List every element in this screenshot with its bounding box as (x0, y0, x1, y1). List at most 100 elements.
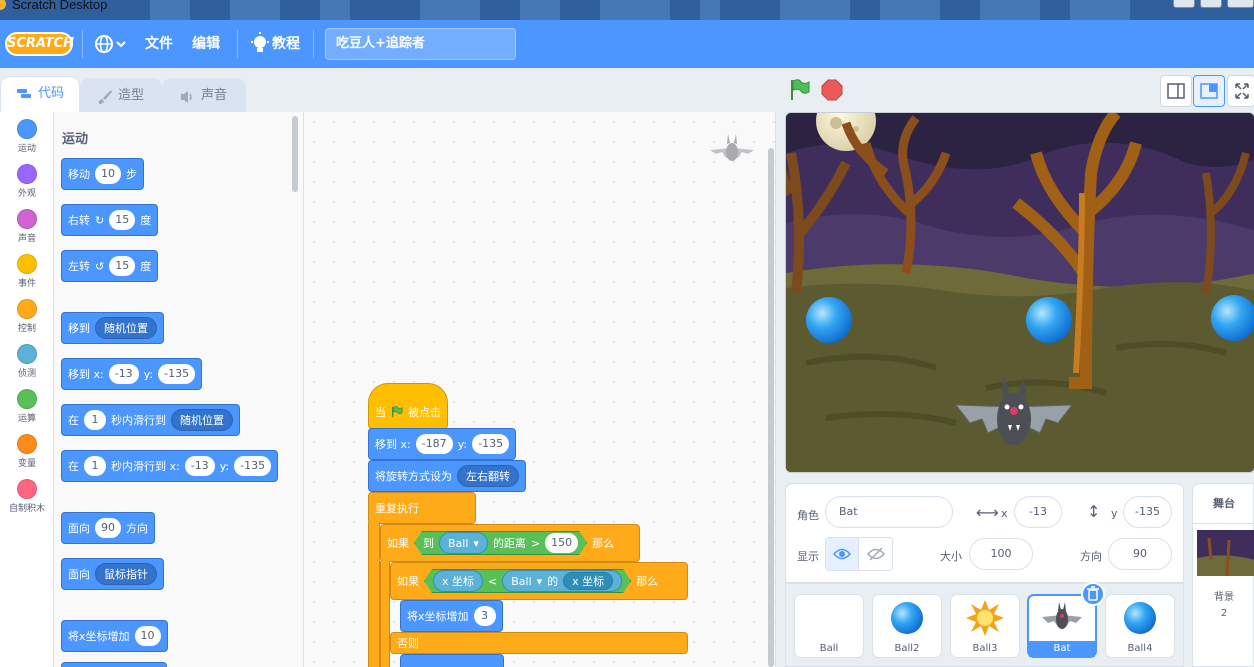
sprite-tile-ball4[interactable]: Ball4 (1105, 594, 1175, 658)
delete-sprite-button[interactable] (1081, 582, 1105, 606)
block-goto-xy[interactable]: 移到 x: -13 y: -135 (61, 358, 203, 390)
if-distance-arm (380, 561, 390, 667)
block-glide-xy[interactable]: 在 1 秒内滑行到 x: -13 y: -135 (61, 450, 279, 482)
edit-menu[interactable]: 编辑 (192, 20, 220, 68)
block-palette: 运动 移动 10 步 右转 ↻ 15 度 左转 ↺ 15 度 移到 随机位置 移到 x: -13 y:… (54, 112, 304, 667)
x-arrow-icon: ⟷ (976, 503, 999, 522)
palette-heading: 运动 (62, 132, 89, 147)
ball-thumbnail-icon (891, 602, 923, 634)
y-label: y (1111, 507, 1118, 520)
stop-button[interactable] (821, 79, 843, 101)
palette-scrollbar[interactable] (292, 116, 298, 192)
tab-sounds-label: 声音 (201, 88, 228, 103)
sprite-tile-ball3[interactable]: Ball3 (950, 594, 1020, 658)
stage-target-panel[interactable]: 舞台 背景 2 (1192, 483, 1254, 667)
block-change-x[interactable]: 将x坐标增加 10 (61, 620, 168, 652)
visibility-toggle (825, 537, 893, 571)
stage-canvas[interactable] (785, 112, 1254, 473)
show-sprite-button[interactable] (826, 538, 860, 570)
category-control[interactable]: 控制 (0, 299, 54, 334)
sprite-list: Ball Ball2 Ball3 Bat Ball4 (785, 582, 1184, 667)
category-menu: 运动 外观 声音 事件 控制 侦测 运算 变量 自制积木 (0, 112, 54, 667)
script-forever[interactable]: 重复执行 (368, 492, 476, 524)
close-window-button[interactable] (1227, 0, 1254, 8)
show-label: 显示 (797, 550, 819, 563)
script-set-rotation[interactable]: 将旋转方式设为 左右翻转 (368, 460, 526, 492)
script-change-y-partial[interactable] (400, 654, 504, 667)
category-motion[interactable]: 运动 (0, 119, 54, 154)
category-sound[interactable]: 声音 (0, 209, 54, 244)
script-if-xposition[interactable]: 如果 x 坐标 < Ball ▾ 的 x 坐标 那么 (390, 562, 688, 600)
sprite-name-input[interactable]: Bat (825, 496, 953, 528)
backdrops-label: 背景 (1214, 592, 1234, 603)
fullscreen-button[interactable] (1227, 75, 1254, 107)
category-my-blocks[interactable]: 自制积木 (0, 479, 54, 514)
sprite-tile-ball2[interactable]: Ball2 (872, 594, 942, 658)
sprite-name-label: 角色 (797, 509, 819, 522)
stage-scene (786, 113, 1254, 472)
script-hat-flag-clicked[interactable]: 当 被点击 (368, 383, 448, 429)
sprite-ghost-bat-icon (710, 134, 754, 161)
file-menu[interactable]: 文件 (145, 20, 173, 68)
scratch-app-icon (0, 0, 6, 10)
category-operators[interactable]: 运算 (0, 389, 54, 424)
scratch-logo[interactable]: SCRATCH (5, 32, 74, 56)
sprite-tile-bat[interactable]: Bat (1027, 582, 1105, 658)
direction-input[interactable]: 90 (1108, 538, 1172, 570)
sprite-tile-ball[interactable]: Ball (794, 594, 864, 658)
direction-label: 方向 (1080, 550, 1102, 563)
language-menu[interactable] (94, 20, 128, 68)
script-if-distance[interactable]: 如果 到 Ball ▾ 的距离 > 150 那么 (380, 524, 640, 562)
category-looks[interactable]: 外观 (0, 164, 54, 199)
eye-icon (832, 548, 852, 560)
moon-thumbnail-icon (819, 602, 835, 634)
y-position-input[interactable]: -135 (1123, 496, 1172, 528)
block-turn-left[interactable]: 左转 ↺ 15 度 (61, 250, 159, 282)
green-flag-button[interactable] (789, 79, 811, 101)
size-input[interactable]: 100 (969, 538, 1033, 570)
script-change-x[interactable]: 将x坐标增加 3 (400, 600, 503, 632)
globe-icon (95, 35, 126, 53)
x-position-input[interactable]: -13 (1014, 496, 1062, 528)
x-label: x (1001, 507, 1008, 520)
category-sensing[interactable]: 侦测 (0, 344, 54, 379)
block-point-towards[interactable]: 面向 鼠标指针 (61, 558, 164, 590)
tutorials-menu[interactable]: 教程 (250, 20, 300, 68)
block-move-steps[interactable]: 移动 10 步 (61, 158, 144, 190)
tab-costumes-label: 造型 (118, 88, 145, 103)
normal-stage-button[interactable] (1193, 75, 1225, 107)
code-workspace[interactable]: 当 被点击 移到 x: -187 y: -135 将旋转方式设为 左右翻转 重复执行 如… (304, 112, 776, 667)
block-goto[interactable]: 移到 随机位置 (61, 312, 164, 344)
category-events[interactable]: 事件 (0, 254, 54, 289)
sprite-info-panel: 角色 Bat ⟷ x -13 ↕ y -135 显示 大小 100 方向 90 (785, 483, 1184, 583)
tab-code[interactable]: 代码 (0, 76, 80, 113)
small-stage-button[interactable] (1160, 75, 1192, 107)
script-else[interactable]: 否则 (390, 632, 688, 654)
explosion-thumbnail-icon (966, 600, 1004, 636)
block-set-x[interactable] (61, 662, 167, 667)
block-turn-right[interactable]: 右转 ↻ 15 度 (61, 204, 159, 236)
bat-thumbnail-icon (1042, 602, 1082, 629)
project-title-input[interactable]: 吃豆人+追踪者 (325, 28, 516, 60)
minimize-button[interactable] (1173, 0, 1195, 8)
block-point-direction[interactable]: 面向 90 方向 (61, 512, 155, 544)
tab-code-label: 代码 (38, 86, 65, 101)
tab-costumes[interactable]: 造型 (80, 78, 162, 112)
tab-sounds[interactable]: 声音 (162, 78, 246, 112)
eye-hidden-icon (866, 547, 885, 561)
window-titlebar: Scratch Desktop (0, 0, 1254, 20)
brush-icon (98, 90, 112, 104)
backdrop-thumbnail (1197, 530, 1254, 576)
maximize-button[interactable] (1200, 0, 1222, 8)
forever-arm (368, 522, 380, 667)
block-glide-to[interactable]: 在 1 秒内滑行到 随机位置 (61, 404, 240, 436)
tutorials-label: 教程 (272, 36, 300, 52)
workspace-vscrollbar[interactable] (768, 148, 774, 667)
hide-sprite-button[interactable] (859, 538, 892, 570)
code-icon (17, 89, 31, 98)
backdrops-count: 2 (1220, 608, 1228, 619)
y-arrow-icon: ↕ (1087, 502, 1101, 521)
category-variables[interactable]: 变量 (0, 434, 54, 469)
script-goto-xy[interactable]: 移到 x: -187 y: -135 (368, 428, 517, 460)
normal-stage-icon (1200, 83, 1218, 99)
